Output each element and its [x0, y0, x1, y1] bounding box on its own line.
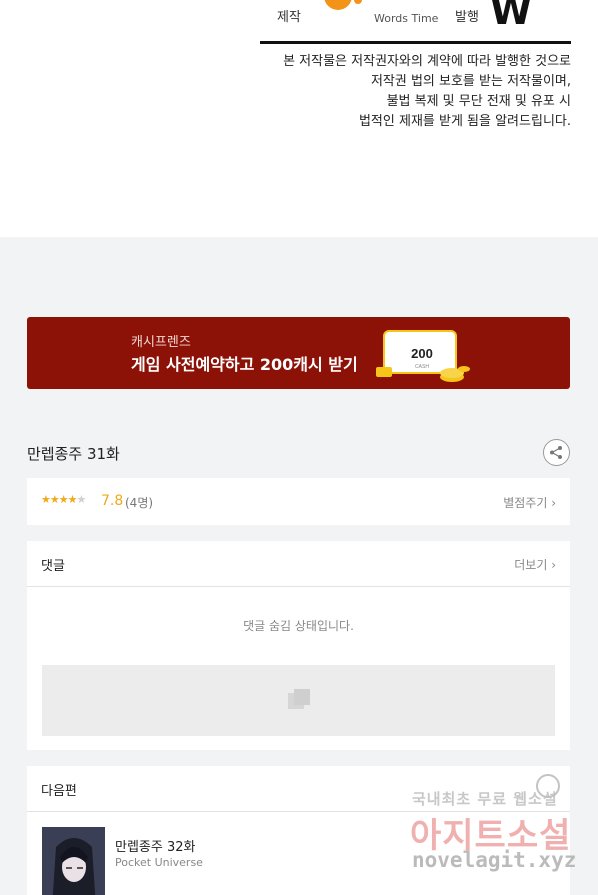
next-episode-publisher: Pocket Universe: [115, 856, 203, 869]
cash-amount: 200: [411, 346, 433, 361]
watermark-url: novelagit.xyz: [412, 848, 577, 872]
comments-card: 댓글 더보기 › 댓글 숨김 상태입니다.: [27, 541, 570, 750]
rating-stars: ★★★★★: [41, 493, 86, 506]
words-time-label: Words Time: [374, 12, 439, 25]
publisher-label: 발행: [455, 10, 479, 25]
banner-title: 게임 사전예약하고 200캐시 받기: [131, 355, 358, 374]
stars-empty: ★: [76, 493, 86, 506]
character-thumbnail-icon: [42, 827, 105, 895]
watermark: 국내최초 무료 웹소설 아지트소설 novelagit.xyz: [410, 774, 590, 886]
comments-more-link[interactable]: 더보기 ›: [514, 556, 556, 573]
share-button[interactable]: [543, 439, 570, 466]
next-episode-title[interactable]: 만렙종주 32화: [115, 836, 195, 855]
stars-filled: ★★★★: [41, 493, 77, 506]
divider: [260, 41, 571, 44]
image-placeholder-icon: [288, 689, 310, 709]
rating-count: (4명): [125, 496, 154, 510]
publisher-logo: W: [490, 0, 532, 33]
rate-button[interactable]: 별점주기 ›: [503, 494, 556, 511]
divider: [27, 586, 570, 587]
production-label: 제작: [277, 10, 301, 25]
next-episode-thumbnail[interactable]: [42, 827, 105, 895]
notice-line: 저작권 법의 보호를 받는 저작물이며,: [370, 74, 571, 89]
cash-ticket-icon: 200 CASH: [376, 330, 470, 382]
notice-line: 불법 복제 및 무단 전재 및 유포 시: [386, 94, 571, 109]
comments-hidden-message: 댓글 숨김 상태입니다.: [243, 619, 354, 633]
cash-unit: CASH: [415, 364, 429, 370]
copyright-notice: 본 저작물은 저작권자와의 계약에 따라 발행한 것으로 저작권 법의 보호를 …: [283, 52, 571, 132]
banner-subtitle: 캐시프렌즈: [131, 335, 191, 350]
words-time-logo-icon: [324, 0, 362, 10]
rating-score: 7.8: [101, 493, 124, 509]
rating-card: ★★★★★ 7.8 (4명) 별점주기 ›: [27, 478, 570, 525]
share-icon: [550, 446, 562, 459]
ad-placeholder[interactable]: [42, 665, 555, 736]
comments-title: 댓글: [41, 559, 65, 574]
cashfriends-banner[interactable]: 캐시프렌즈 게임 사전예약하고 200캐시 받기 200 CASH: [27, 317, 570, 389]
watermark-tagline: 국내최초 무료 웹소설: [412, 790, 558, 808]
next-episode-heading: 다음편: [41, 784, 77, 799]
episode-title: 만렙종주 31화: [27, 445, 120, 463]
copyright-section: 제작 Words Time 발행 W 본 저작물은 저작권자와의 계약에 따라 …: [0, 0, 598, 237]
notice-line: 본 저작물은 저작권자와의 계약에 따라 발행한 것으로: [283, 54, 571, 69]
notice-line: 법적인 제재를 받게 됨을 알려드립니다.: [358, 114, 571, 129]
words-time-mark-icon: [374, 0, 430, 10]
